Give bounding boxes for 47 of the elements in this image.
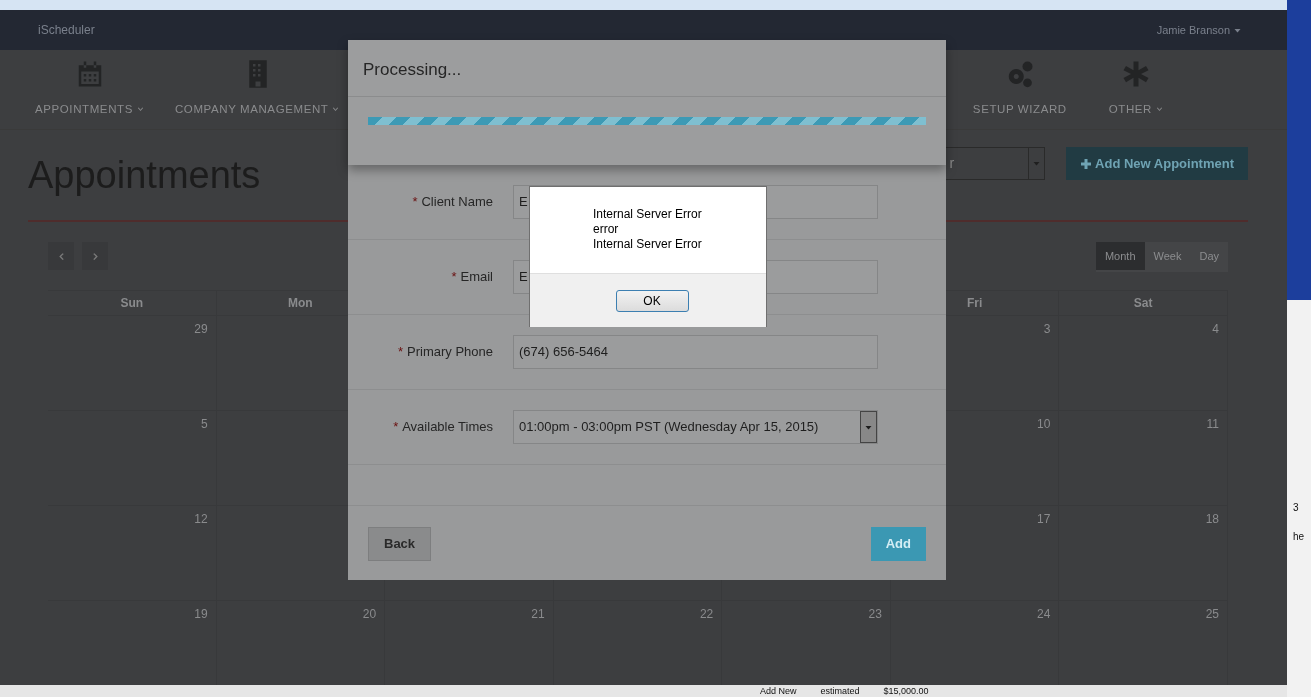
- user-menu[interactable]: Jamie Branson: [1156, 21, 1242, 39]
- view-tab[interactable]: Month: [1095, 242, 1145, 270]
- window-text: $15,000.00: [883, 685, 929, 697]
- add-button[interactable]: Add: [870, 527, 926, 561]
- window-text: estimated: [820, 685, 860, 697]
- next-button[interactable]: [82, 242, 108, 270]
- field-label: Available Times: [402, 418, 493, 437]
- time-select[interactable]: 01:00pm - 03:00pm PST (Wednesday Apr 15, 2015): [513, 410, 878, 444]
- calendar-day-cell[interactable]: 29: [48, 315, 217, 410]
- add-appointment-button[interactable]: Add New Appointment: [1066, 147, 1248, 180]
- calendar-day-cell[interactable]: 18: [1059, 505, 1228, 600]
- view-tab[interactable]: Week: [1144, 242, 1191, 270]
- weekday-header: Sat: [1133, 296, 1153, 310]
- ok-button[interactable]: OK: [615, 289, 689, 312]
- caret-icon: [1032, 159, 1042, 168]
- calendar-day-cell[interactable]: 5: [48, 410, 217, 505]
- field-label: Email: [460, 268, 493, 287]
- weekday-header: Fri: [966, 296, 983, 310]
- app-logo[interactable]: iScheduler: [38, 21, 95, 39]
- field-label: Primary Phone: [407, 343, 493, 362]
- weekday-header: Sun: [120, 296, 144, 310]
- chevron-left-icon: [56, 251, 66, 261]
- view-tab[interactable]: Day: [1190, 242, 1228, 270]
- alert-message: error: [593, 222, 620, 237]
- nav-menu-item[interactable]: COMPANY MANAGEMENT: [174, 100, 341, 118]
- nav-menu-item[interactable]: SETUP WIZARD: [972, 100, 1067, 118]
- dialog-title: Processing...: [348, 40, 946, 97]
- nav-menu-item[interactable]: OTHER: [1108, 100, 1164, 118]
- calendar-day-cell[interactable]: 4: [1059, 315, 1228, 410]
- required-marker: *: [451, 268, 457, 287]
- window-text: Add New: [760, 685, 797, 697]
- weekday-header: Mon: [288, 296, 313, 310]
- required-marker: *: [397, 343, 403, 362]
- nav-menu-item[interactable]: APPOINTMENTS: [35, 100, 145, 118]
- back-button[interactable]: Back: [368, 527, 432, 561]
- window-text: 3: [1293, 501, 1300, 515]
- required-marker: *: [393, 418, 399, 437]
- field-label: Client Name: [421, 193, 493, 212]
- previous-button[interactable]: [48, 242, 74, 270]
- calendar-day-cell[interactable]: 12: [48, 505, 217, 600]
- window-text: he: [1293, 530, 1306, 544]
- input-field[interactable]: (674) 656-5464: [513, 335, 878, 369]
- alert-message: Internal Server Error: [593, 237, 703, 252]
- required-marker: *: [412, 193, 418, 212]
- alert-message: Internal Server Error: [593, 207, 703, 222]
- calendar-day-cell[interactable]: 11: [1059, 410, 1228, 505]
- plus-icon: [1080, 157, 1093, 170]
